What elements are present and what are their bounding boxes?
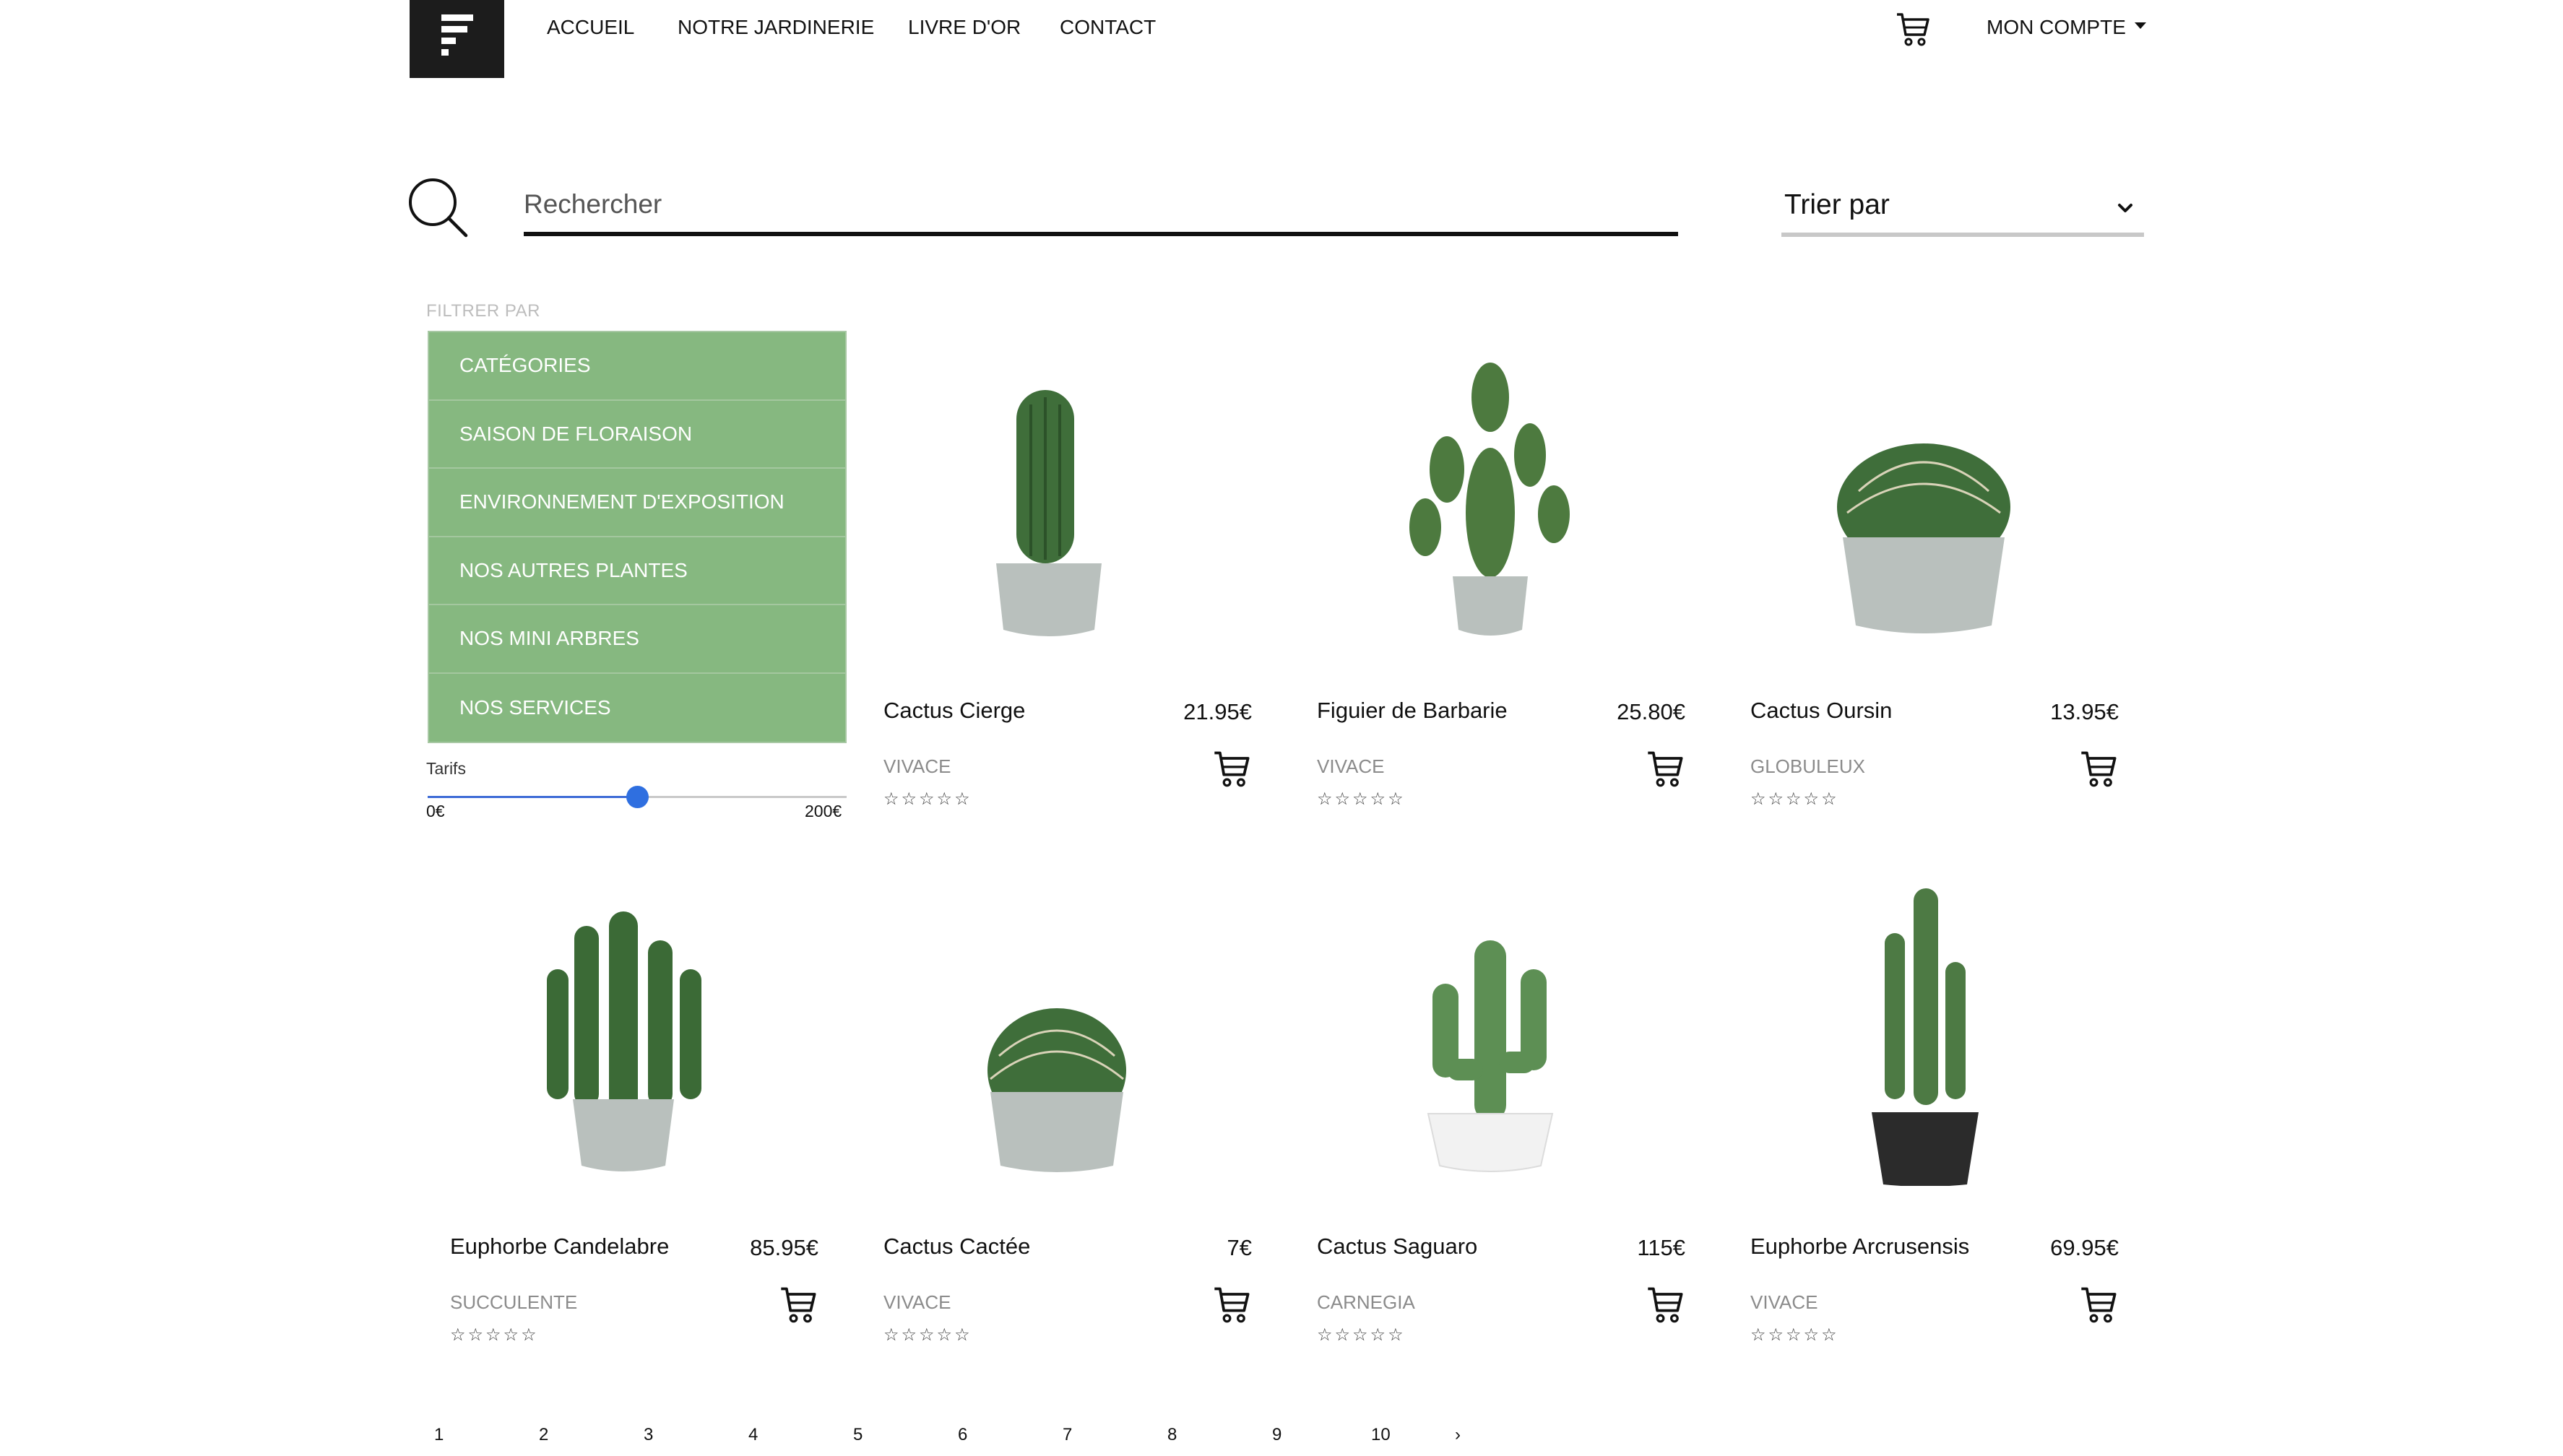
product-price: 115€ xyxy=(1637,1235,1685,1260)
page-link-2[interactable]: 2 xyxy=(539,1425,548,1445)
product-category: VIVACE xyxy=(1750,1291,1818,1313)
add-to-cart-icon[interactable] xyxy=(2078,1284,2119,1325)
page-link-5[interactable]: 5 xyxy=(853,1425,863,1445)
product-rating[interactable]: ☆☆☆☆☆ xyxy=(883,1325,972,1346)
product-category: CARNEGIA xyxy=(1317,1291,1415,1313)
page-link-7[interactable]: 7 xyxy=(1063,1425,1072,1445)
site-logo[interactable] xyxy=(410,0,504,78)
cart-icon[interactable] xyxy=(1896,10,1930,48)
product-rating[interactable]: ☆☆☆☆☆ xyxy=(1317,1325,1406,1346)
sort-label: Trier par xyxy=(1784,189,1890,220)
caret-down-icon xyxy=(2134,22,2146,30)
chevron-down-icon xyxy=(2118,204,2132,212)
candelabra-cactus-image xyxy=(547,911,701,1171)
search-input[interactable] xyxy=(524,177,1678,236)
nav-livre-dor[interactable]: LIVRE D'OR xyxy=(908,16,1021,39)
product-card[interactable]: Cactus Cactée 7€ VIVACE ☆☆☆☆☆ xyxy=(883,883,1252,1345)
add-to-cart-icon[interactable] xyxy=(1645,748,1685,789)
price-filter-label: Tarifs xyxy=(426,759,466,778)
product-category: VIVACE xyxy=(883,755,951,777)
account-menu[interactable]: MON COMPTE xyxy=(1987,16,2146,39)
product-name[interactable]: Euphorbe Arcrusensis xyxy=(1750,1234,1969,1260)
page-link-3[interactable]: 3 xyxy=(644,1425,653,1445)
nav-notre-jardinerie[interactable]: NOTRE JARDINERIE xyxy=(678,16,874,39)
filter-item-saison-floraison[interactable]: SAISON DE FLORAISON xyxy=(429,400,845,469)
barrel-cactus-image xyxy=(987,1008,1126,1172)
add-to-cart-icon[interactable] xyxy=(778,1284,818,1325)
product-category: SUCCULENTE xyxy=(450,1291,578,1313)
price-slider[interactable] xyxy=(428,786,847,808)
product-name[interactable]: Cactus Saguaro xyxy=(1317,1234,1477,1260)
product-price: 13.95€ xyxy=(2050,699,2119,724)
product-card[interactable]: Cactus Cierge 21.95€ VIVACE ☆☆☆☆☆ xyxy=(883,347,1252,809)
price-min: 0€ xyxy=(426,802,445,820)
product-name[interactable]: Cactus Cierge xyxy=(883,698,1025,724)
filter-list: CATÉGORIES SAISON DE FLORAISON ENVIRONNE… xyxy=(428,331,847,743)
barrel-cactus-image xyxy=(1837,443,2010,633)
product-card[interactable]: Figuier de Barbarie 25.80€ VIVACE ☆☆☆☆☆ xyxy=(1317,347,1685,809)
product-category: VIVACE xyxy=(1317,755,1385,777)
product-category: VIVACE xyxy=(883,1291,951,1313)
filter-item-services[interactable]: NOS SERVICES xyxy=(429,673,845,742)
product-card[interactable]: Euphorbe Candelabre 85.95€ SUCCULENTE ☆☆… xyxy=(450,883,818,1345)
product-name[interactable]: Figuier de Barbarie xyxy=(1317,698,1508,724)
filter-item-categories[interactable]: CATÉGORIES xyxy=(429,332,845,401)
product-category: GLOBULEUX xyxy=(1750,755,1865,777)
filter-item-mini-arbres[interactable]: NOS MINI ARBRES xyxy=(429,605,845,674)
page-link-8[interactable]: 8 xyxy=(1167,1425,1177,1445)
sort-select[interactable]: Trier par xyxy=(1781,182,2144,237)
product-name[interactable]: Cactus Cactée xyxy=(883,1234,1030,1260)
filter-item-autres-plantes[interactable]: NOS AUTRES PLANTES xyxy=(429,537,845,605)
product-rating[interactable]: ☆☆☆☆☆ xyxy=(450,1325,539,1346)
product-card[interactable]: Euphorbe Arcrusensis 69.95€ VIVACE ☆☆☆☆☆ xyxy=(1750,883,2119,1345)
product-price: 85.95€ xyxy=(750,1235,818,1260)
add-to-cart-icon[interactable] xyxy=(1211,1284,1252,1325)
price-max: 200€ xyxy=(805,802,842,820)
add-to-cart-icon[interactable] xyxy=(1211,748,1252,789)
product-price: 25.80€ xyxy=(1617,699,1685,724)
product-rating[interactable]: ☆☆☆☆☆ xyxy=(1317,789,1406,810)
nav-contact[interactable]: CONTACT xyxy=(1060,16,1156,39)
page-link-10[interactable]: 10 xyxy=(1371,1425,1391,1445)
page-link-9[interactable]: 9 xyxy=(1272,1425,1282,1445)
product-rating[interactable]: ☆☆☆☆☆ xyxy=(883,789,972,810)
product-card[interactable]: Cactus Oursin 13.95€ GLOBULEUX ☆☆☆☆☆ xyxy=(1750,347,2119,809)
price-slider-fill xyxy=(428,796,637,798)
product-name[interactable]: Euphorbe Candelabre xyxy=(450,1234,669,1260)
product-card[interactable]: Cactus Saguaro 115€ CARNEGIA ☆☆☆☆☆ xyxy=(1317,883,1685,1345)
filter-title: FILTRER PAR xyxy=(426,301,540,321)
page-link-1[interactable]: 1 xyxy=(434,1425,444,1445)
add-to-cart-icon[interactable] xyxy=(1645,1284,1685,1325)
column-cactus-image xyxy=(996,390,1102,636)
product-rating[interactable]: ☆☆☆☆☆ xyxy=(1750,1325,1839,1346)
add-to-cart-icon[interactable] xyxy=(2078,748,2119,789)
product-price: 69.95€ xyxy=(2050,1235,2119,1260)
product-name[interactable]: Cactus Oursin xyxy=(1750,698,1892,724)
filter-item-environnement[interactable]: ENVIRONNEMENT D'EXPOSITION xyxy=(429,469,845,537)
account-label: MON COMPTE xyxy=(1987,16,2126,38)
nav-accueil[interactable]: ACCUEIL xyxy=(547,16,634,39)
paddle-cactus-image xyxy=(1409,363,1570,636)
search-icon[interactable] xyxy=(407,176,469,238)
product-price: 21.95€ xyxy=(1183,699,1252,724)
product-price: 7€ xyxy=(1227,1235,1252,1260)
tall-cactus-black-pot-image xyxy=(1872,888,1979,1186)
page-next[interactable]: › xyxy=(1455,1425,1461,1445)
product-rating[interactable]: ☆☆☆☆☆ xyxy=(1750,789,1839,810)
saguaro-cactus-image xyxy=(1427,940,1554,1172)
price-slider-thumb[interactable] xyxy=(626,786,649,808)
page-link-6[interactable]: 6 xyxy=(958,1425,967,1445)
page-link-4[interactable]: 4 xyxy=(748,1425,758,1445)
